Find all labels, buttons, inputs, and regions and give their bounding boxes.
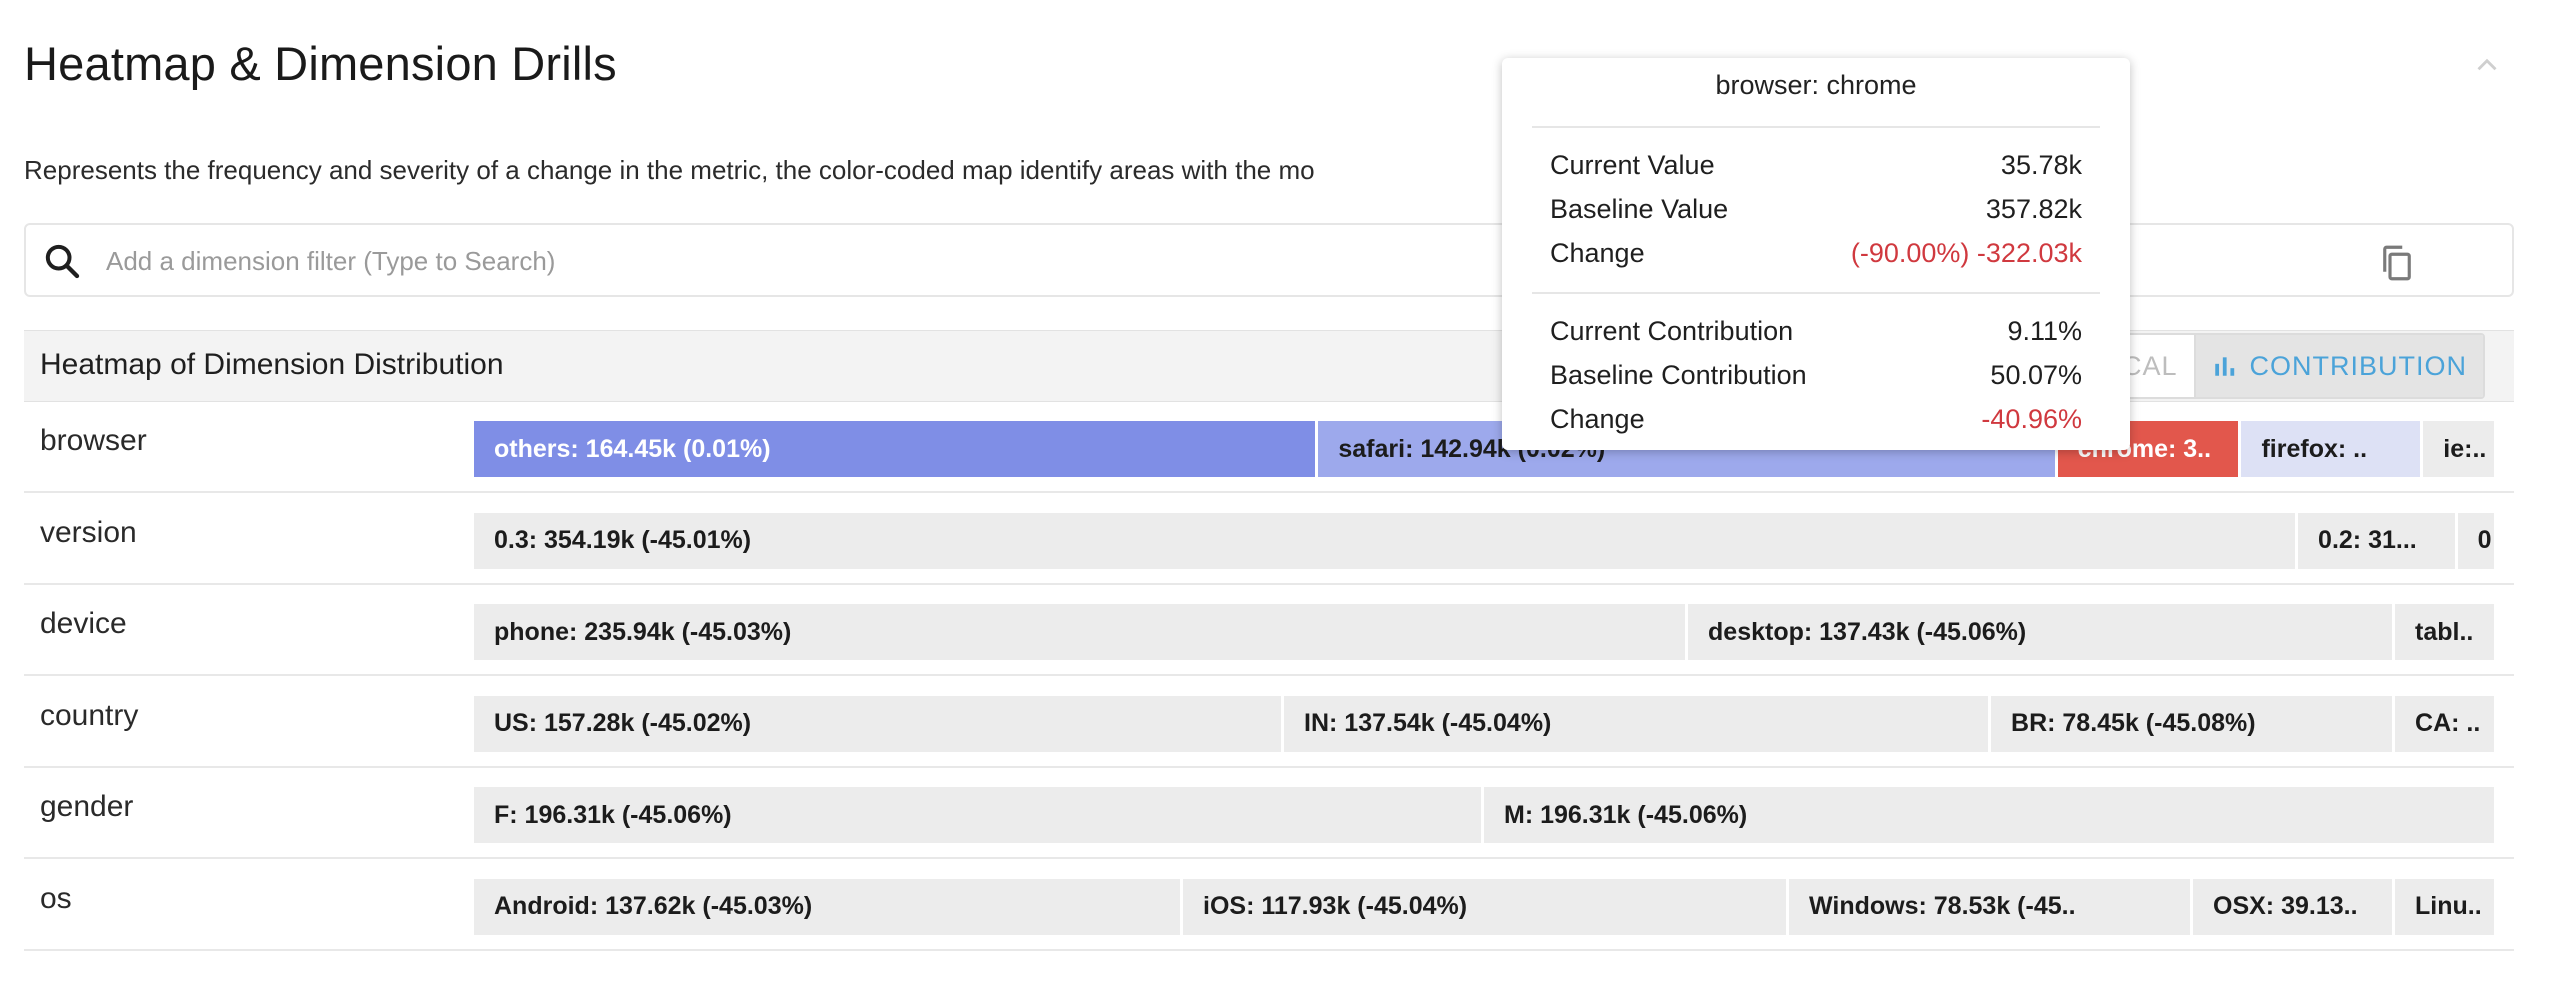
heatmap-cell[interactable]: Windows: 78.53k (-45.. (1789, 878, 2194, 935)
toggle-contribution-label: CONTRIBUTION (2249, 350, 2468, 381)
tooltip-value: -40.96% (1981, 404, 2082, 434)
dimension-bar: others: 164.45k (0.01%) safari: 142.94k (… (474, 421, 2494, 477)
dimension-row-os: os Android: 137.62k (-45.03%) iOS: 117.93k… (24, 860, 2514, 951)
tooltip-label: Change (1550, 238, 1645, 268)
heatmap-tooltip: browser: chrome Current Value 35.78k Bas… (1502, 58, 2130, 450)
tooltip-row: Change (-90.00%) -322.03k (1550, 238, 2082, 269)
dimension-row-gender: gender F: 196.31k (-45.06%) M: 196.31k (-4… (24, 768, 2514, 859)
heatmap-cell[interactable]: tabl.. (2395, 604, 2494, 660)
dimension-label: gender (40, 790, 134, 823)
tooltip-label: Current Contribution (1550, 316, 1794, 346)
tooltip-label: Current Value (1550, 150, 1715, 180)
tooltip-row: Baseline Value 357.82k (1550, 194, 2082, 225)
heatmap-cell[interactable]: phone: 235.94k (-45.03%) (474, 604, 1689, 660)
heatmap-cell[interactable]: desktop: 137.43k (-45.06%) (1688, 604, 2396, 660)
dimension-label: version (40, 515, 137, 549)
tooltip-label: Baseline Value (1550, 194, 1729, 224)
copy-icon[interactable] (2376, 241, 2418, 285)
chevron-up-icon[interactable] (2470, 48, 2504, 82)
bar-chart-icon (2214, 357, 2234, 376)
heatmap-cell[interactable]: IN: 137.54k (-45.04%) (1284, 695, 1992, 752)
heatmap-cell[interactable]: F: 196.31k (-45.06%) (474, 787, 1484, 843)
page-title: Heatmap & Dimension Drills (24, 37, 617, 90)
heatmap-cell[interactable]: ie:.. (2423, 421, 2494, 477)
tooltip-row: Baseline Contribution 50.07% (1550, 360, 2082, 391)
dimension-filter-box[interactable] (24, 223, 2514, 297)
heatmap-cell[interactable]: iOS: 117.93k (-45.04%) (1183, 878, 1790, 935)
heatmap-cell[interactable]: 0 (2457, 512, 2494, 569)
dimension-row-browser: browser others: 164.45k (0.01%) safari: 14… (24, 402, 2514, 493)
heatmap-cell[interactable]: 0.3: 354.19k (-45.01%) (474, 512, 2299, 569)
tooltip-value: 35.78k (2000, 150, 2082, 180)
dimension-row-version: version 0.3: 354.19k (-45.01%) 0.2: 31... 0 (24, 494, 2514, 585)
heatmap-header: Heatmap of Dimension Distribution CAL CO… (24, 330, 2514, 402)
dimension-label: browser (40, 424, 147, 457)
tooltip-title: browser: chrome (1715, 70, 1917, 100)
tooltip-row: Current Contribution 9.11% (1550, 316, 2082, 347)
section-description: Represents the frequency and severity of… (24, 155, 1315, 185)
heatmap-cell[interactable]: 0.2: 31... (2298, 512, 2458, 569)
heatmap-cell[interactable]: firefox: .. (2241, 421, 2424, 477)
dimension-bar: 0.3: 354.19k (-45.01%) 0.2: 31... 0 (474, 512, 2494, 569)
dimension-bar: Android: 137.62k (-45.03%) iOS: 117.93k (… (474, 878, 2494, 935)
heatmap-cell[interactable]: OSX: 39.13.. (2193, 878, 2396, 935)
tooltip-label: Baseline Contribution (1550, 360, 1807, 390)
view-toggle[interactable]: CAL CONTRIBUTION (2104, 333, 2486, 399)
toggle-contribution[interactable]: CONTRIBUTION (2193, 335, 2484, 397)
tooltip-value: (-90.00%) -322.03k (1850, 238, 2082, 268)
dimension-label: os (40, 881, 72, 915)
toggle-cal-label: CAL (2122, 350, 2178, 381)
tooltip-value: 9.11% (2007, 316, 2082, 346)
tooltip-row: Change -40.96% (1550, 404, 2082, 435)
heatmap-cell[interactable]: M: 196.31k (-45.06%) (1484, 787, 2494, 843)
heatmap-cell[interactable]: Linu.. (2395, 878, 2494, 935)
heatmap-cell[interactable]: US: 157.28k (-45.02%) (474, 695, 1285, 752)
heatmap-cell[interactable]: Android: 137.62k (-45.03%) (474, 878, 1184, 935)
tooltip-row: Current Value 35.78k (1550, 150, 2082, 181)
tooltip-divider (1532, 292, 2100, 294)
tooltip-value: 50.07% (1990, 360, 2082, 390)
dimension-bar: phone: 235.94k (-45.03%) desktop: 137.43k… (474, 604, 2494, 660)
dimension-label: device (40, 607, 127, 640)
dimension-bar: US: 157.28k (-45.02%) IN: 137.54k (-45.04… (474, 695, 2494, 752)
tooltip-label: Change (1550, 404, 1645, 434)
tooltip-divider (1532, 126, 2100, 128)
dimension-label: country (40, 698, 139, 732)
search-icon (45, 244, 80, 279)
heatmap-cell[interactable]: others: 164.45k (0.01%) (474, 421, 1319, 477)
heatmap-title: Heatmap of Dimension Distribution (40, 348, 504, 381)
tooltip-value: 357.82k (1985, 194, 2082, 224)
dimension-row-device: device phone: 235.94k (-45.03%) desktop: 1… (24, 585, 2514, 676)
heatmap-cell[interactable]: BR: 78.45k (-45.08%) (1991, 695, 2396, 752)
dimension-bar: F: 196.31k (-45.06%) M: 196.31k (-45.06%) (474, 787, 2494, 843)
dimension-row-country: country US: 157.28k (-45.02%) IN: 137.54k … (24, 677, 2514, 768)
heatmap-cell[interactable]: CA: .. (2395, 695, 2494, 752)
